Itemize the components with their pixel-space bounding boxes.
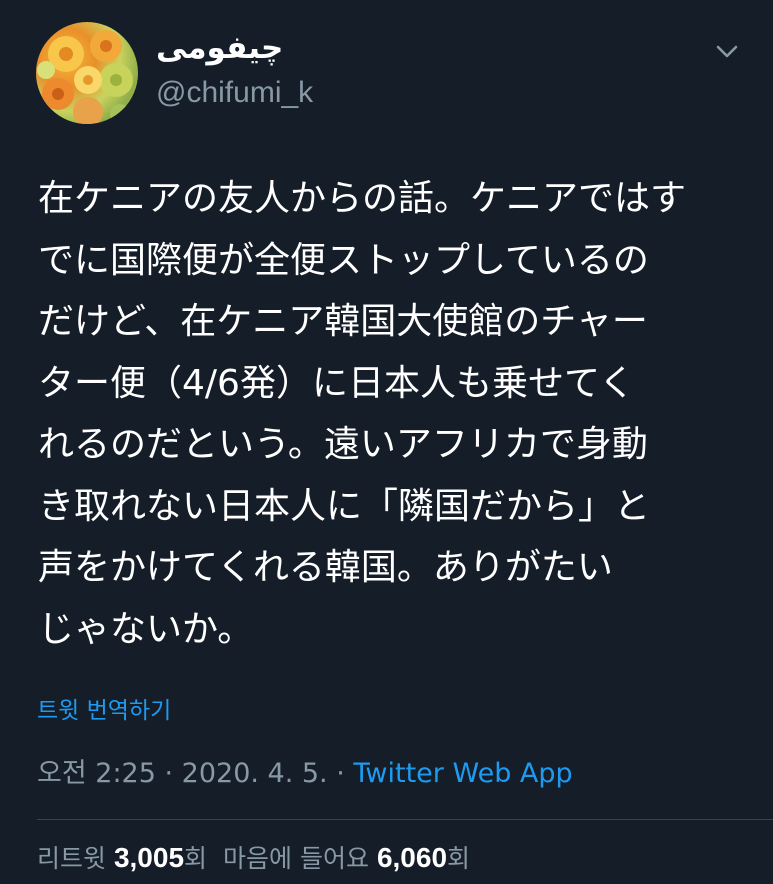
tweet-date[interactable]: 2020. 4. 5. bbox=[182, 758, 328, 789]
tweet-text-line: れるのだという。遠いアフリカで身動 bbox=[38, 424, 648, 465]
tweet-detail: چیفومی @chifumi_k 在ケニアの友人からの話。ケニアではす でに国… bbox=[0, 0, 773, 884]
avatar[interactable] bbox=[36, 22, 138, 124]
author-info: چیفومی @chifumi_k bbox=[156, 30, 313, 110]
likes-label: 마음에 들어요 bbox=[223, 844, 377, 873]
divider bbox=[37, 819, 773, 820]
retweets-label: 리트윗 bbox=[37, 844, 114, 873]
retweets-count: 3,005 bbox=[113, 842, 185, 873]
likes-stat[interactable]: 마음에 들어요 6,060회 bbox=[223, 842, 471, 873]
tweet-stats: 리트윗 3,005회 마음에 들어요 6,060회 bbox=[37, 840, 470, 877]
tweet-text-line: じゃないか。 bbox=[38, 608, 254, 650]
tweet-text-line: ター便（4/6発）に日本人も乗せてく bbox=[38, 362, 635, 404]
tweet-text-line: でに国際便が全便ストップしているの bbox=[38, 239, 649, 281]
meta-separator: · bbox=[155, 758, 182, 789]
flower-bouquet-avatar-icon bbox=[37, 30, 133, 124]
retweets-suffix: 회 bbox=[184, 844, 208, 873]
retweets-stat[interactable]: 리트윗 3,005회 bbox=[37, 842, 208, 873]
chevron-down-icon[interactable] bbox=[712, 40, 742, 64]
tweet-text-line: 在ケニアの友人からの話。ケニアではす bbox=[38, 178, 687, 219]
tweet-text-line: 声をかけてくれる韓国。ありがたい bbox=[38, 547, 613, 588]
display-name[interactable]: چیفومی bbox=[156, 30, 313, 66]
likes-suffix: 회 bbox=[447, 844, 471, 873]
tweet-text-line: だけど、在ケニア韓国大使館のチャー bbox=[38, 301, 648, 342]
tweet-metadata: 오전 2:25 · 2020. 4. 5. · Twitter Web App bbox=[37, 756, 573, 792]
tweet-text: 在ケニアの友人からの話。ケニアではす でに国際便が全便ストップしているの だけど… bbox=[38, 168, 738, 660]
tweet-source-link[interactable]: Twitter Web App bbox=[353, 758, 572, 789]
tweet-text-line: き取れない日本人に「隣国だから」と bbox=[38, 485, 651, 527]
tweet-time[interactable]: 오전 2:25 bbox=[37, 758, 156, 789]
likes-count: 6,060 bbox=[376, 842, 448, 873]
user-handle[interactable]: @chifumi_k bbox=[156, 76, 313, 110]
meta-separator: · bbox=[327, 758, 354, 789]
translate-tweet-link[interactable]: 트윗 번역하기 bbox=[37, 694, 171, 728]
